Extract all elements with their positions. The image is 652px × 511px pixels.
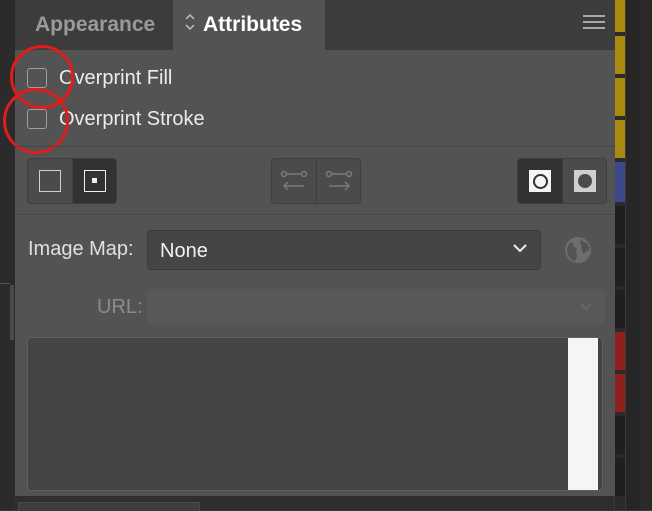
show-center-toggle-group xyxy=(27,158,117,204)
show-center-off-icon xyxy=(39,170,61,192)
show-center-off-button[interactable] xyxy=(28,159,72,203)
tab-appearance-label: Appearance xyxy=(35,13,156,36)
right-dock-column xyxy=(625,0,640,510)
show-center-on-button[interactable] xyxy=(71,159,116,203)
left-dock-divider xyxy=(0,283,10,284)
url-label: URL: xyxy=(97,296,143,318)
nonzero-winding-icon xyxy=(529,170,551,192)
globe-icon[interactable] xyxy=(563,235,593,265)
tab-attributes-label: Attributes xyxy=(203,13,303,36)
swatch-yellow-2[interactable] xyxy=(615,36,625,74)
reverse-path-direction-group xyxy=(271,158,361,204)
overprint-stroke-label: Overprint Stroke xyxy=(59,107,205,130)
section-divider-middle xyxy=(15,214,615,215)
show-center-on-icon xyxy=(83,170,106,192)
image-map-dropdown[interactable]: None xyxy=(147,230,541,270)
swatch-yellow-4[interactable] xyxy=(615,120,625,158)
swatch-blue[interactable] xyxy=(615,162,625,202)
swatch-yellow-1[interactable] xyxy=(615,0,625,32)
panel-tab-bar: Appearance Attributes xyxy=(15,0,615,50)
swatch-dark-3[interactable] xyxy=(615,290,625,328)
reverse-path-right-icon xyxy=(325,170,352,191)
chevron-down-icon xyxy=(513,244,527,253)
swatch-red-2[interactable] xyxy=(615,374,625,412)
overprint-fill-checkbox[interactable] xyxy=(27,68,47,88)
overprint-stroke-checkbox[interactable] xyxy=(27,109,47,129)
tab-attributes[interactable]: Attributes xyxy=(173,0,325,50)
chevron-down-icon xyxy=(580,303,592,311)
reverse-path-left-icon xyxy=(280,170,308,191)
even-odd-button[interactable] xyxy=(561,159,607,203)
even-odd-icon xyxy=(573,170,596,192)
swatch-yellow-3[interactable] xyxy=(615,78,625,116)
swatch-red-1[interactable] xyxy=(615,332,625,370)
tab-appearance[interactable]: Appearance xyxy=(15,0,173,50)
swatch-dark-5[interactable] xyxy=(615,458,625,496)
notes-scrollbar[interactable] xyxy=(568,338,598,490)
updown-arrows-icon xyxy=(183,13,197,36)
image-map-value: None xyxy=(160,240,208,262)
attributes-panel: Appearance Attributes Overprint Fill Ove… xyxy=(3,0,616,496)
swatch-dark-1[interactable] xyxy=(615,206,625,244)
reverse-path-left-button[interactable] xyxy=(272,159,316,203)
image-map-label: Image Map: xyxy=(28,238,134,260)
url-combobox xyxy=(147,289,605,325)
notes-text-area[interactable] xyxy=(27,337,603,491)
hamburger-menu-icon[interactable] xyxy=(583,15,605,33)
swatch-dark-2[interactable] xyxy=(615,248,625,286)
section-divider-top xyxy=(15,146,615,147)
overprint-stroke-row[interactable]: Overprint Stroke xyxy=(27,105,205,133)
bottom-dock-strip xyxy=(14,496,614,511)
overprint-fill-label: Overprint Fill xyxy=(59,66,173,89)
right-dock-strip xyxy=(615,0,652,510)
swatch-dark-4[interactable] xyxy=(615,416,625,454)
overprint-fill-row[interactable]: Overprint Fill xyxy=(27,64,172,92)
reverse-path-right-button[interactable] xyxy=(315,159,361,203)
left-dock-strip xyxy=(0,0,14,510)
nonzero-winding-button[interactable] xyxy=(518,159,562,203)
fill-rule-group xyxy=(517,158,607,204)
